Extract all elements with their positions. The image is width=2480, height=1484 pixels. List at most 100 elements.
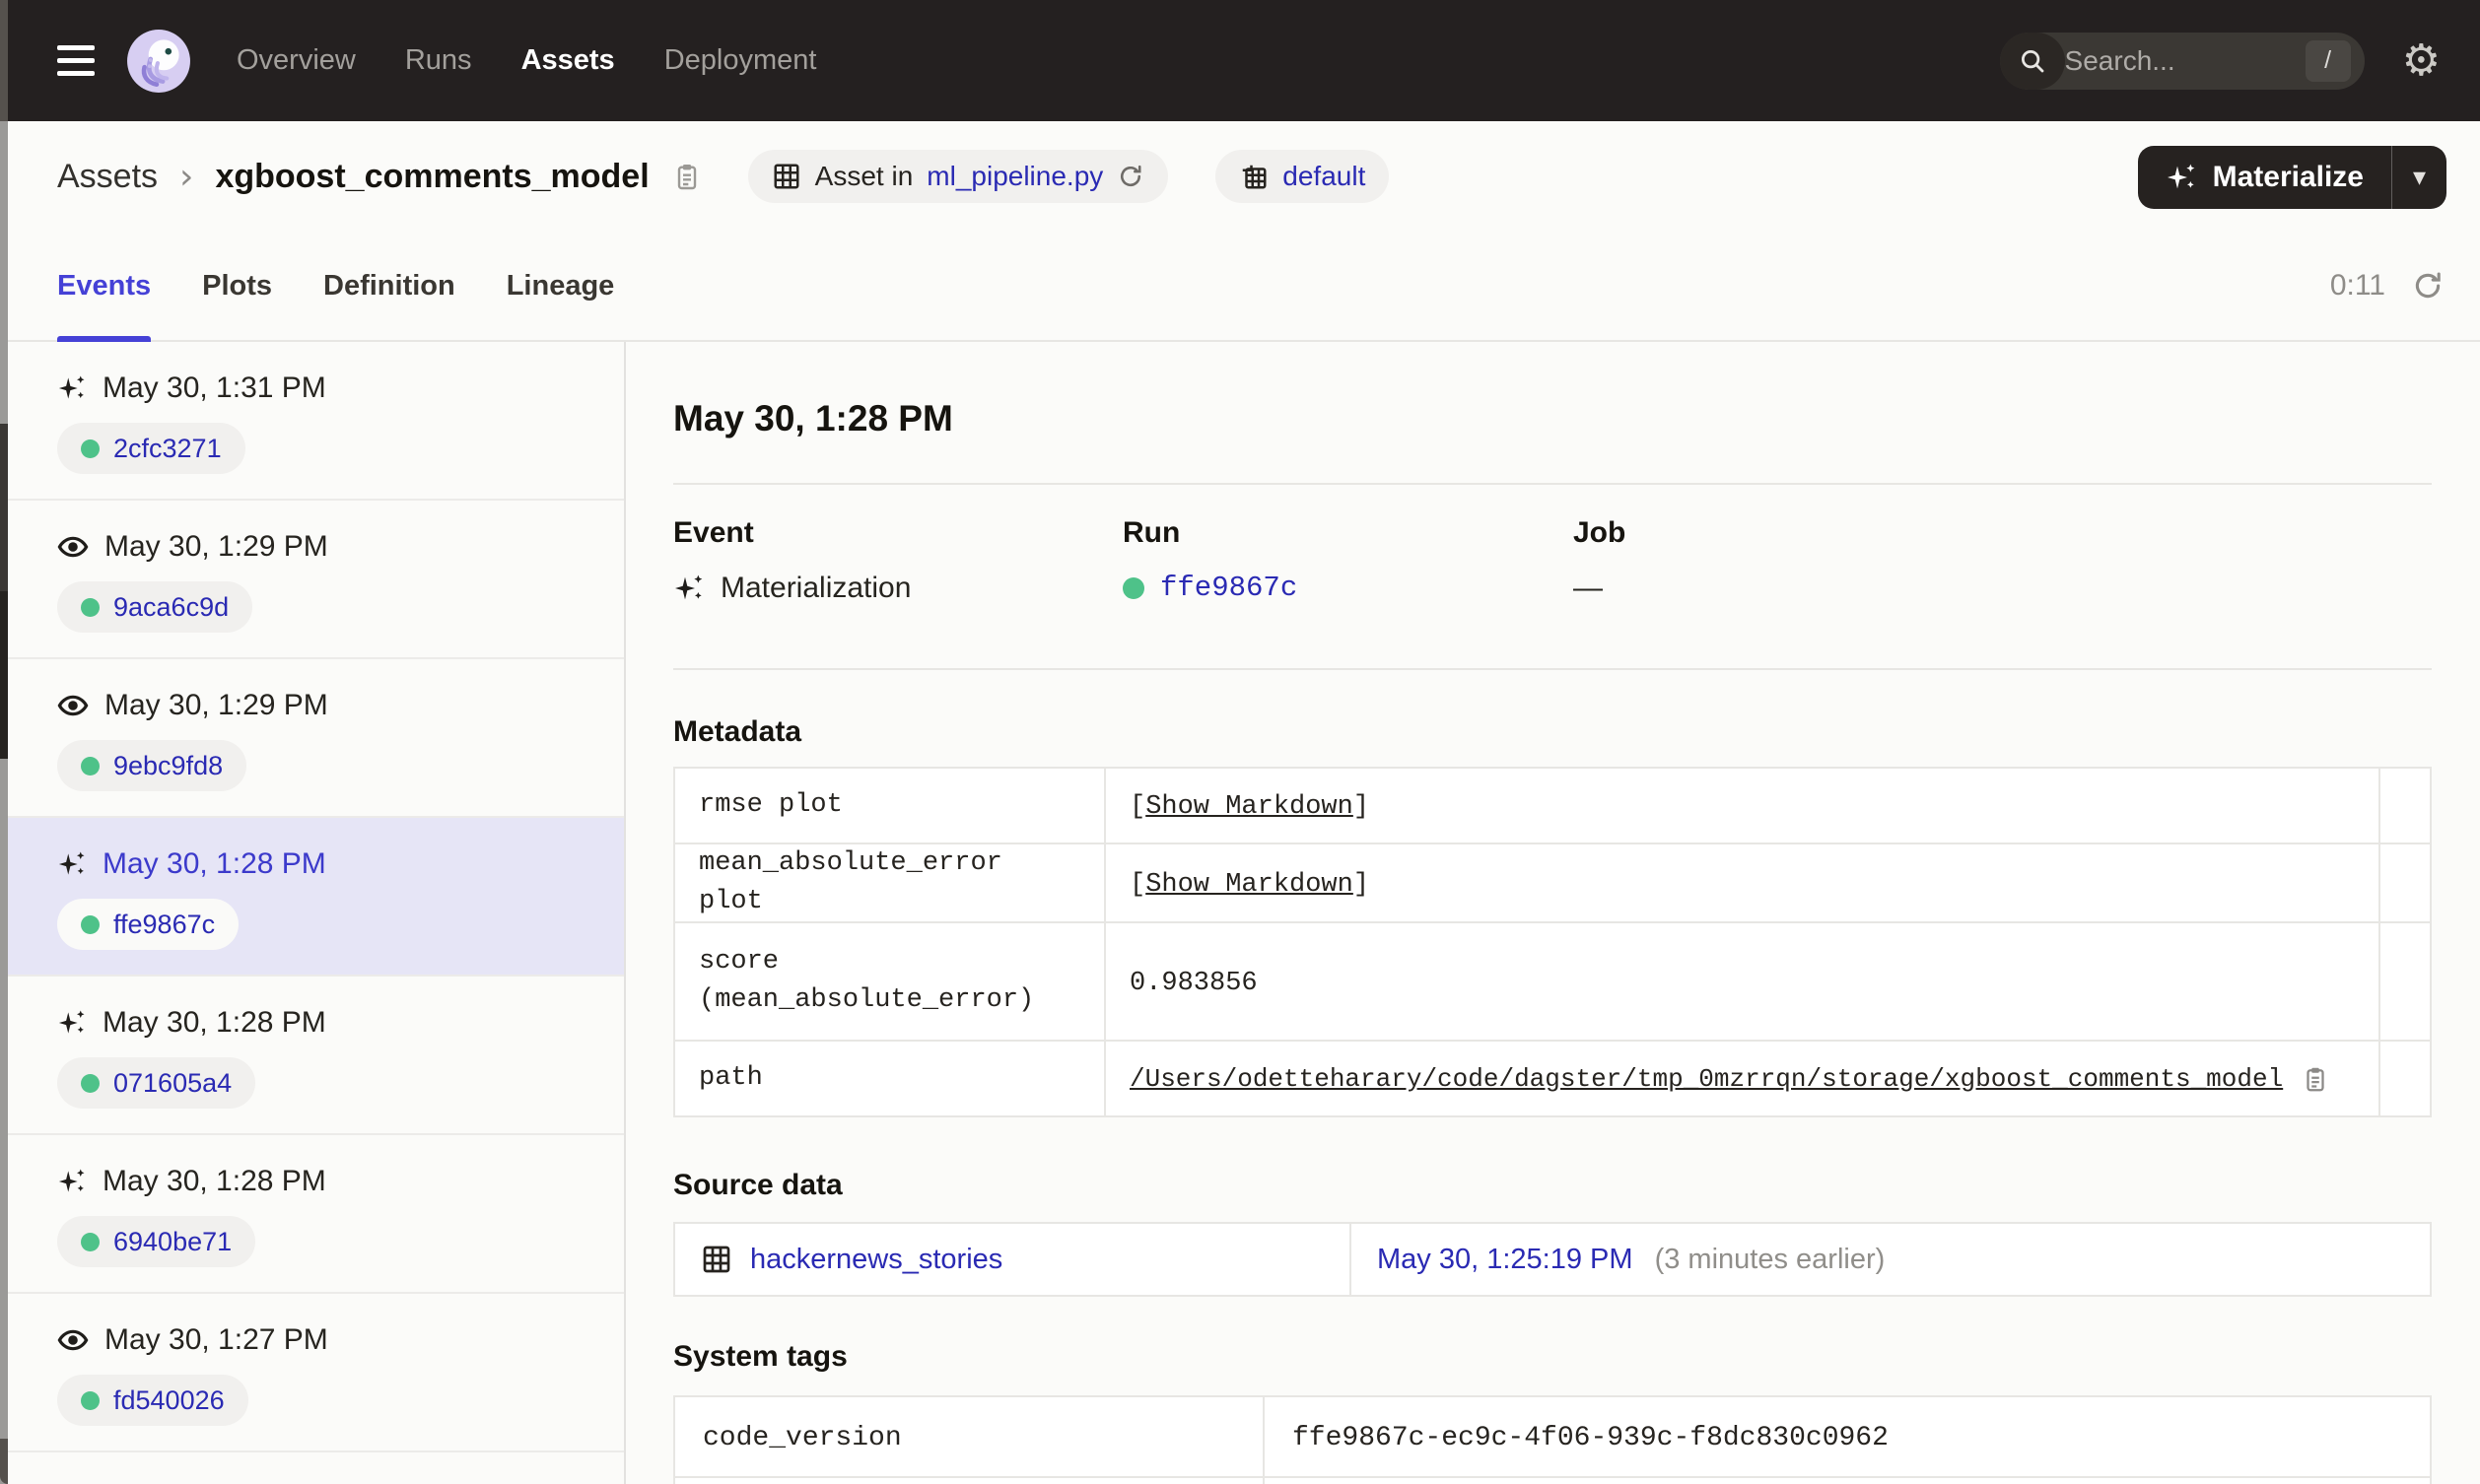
nav-item-assets[interactable]: Assets: [521, 44, 615, 77]
metadata-table: rmse plot [Show Markdown] mean_absolute_…: [673, 767, 2432, 1118]
copy-path-icon[interactable]: [2301, 1064, 2330, 1094]
source-data-row: hackernews_stories May 30, 1:25:19 PM (3…: [673, 1222, 2432, 1298]
refresh-icon[interactable]: [2411, 269, 2445, 303]
asset-name-title: xgboost_comments_model: [215, 157, 650, 195]
nav-item-runs[interactable]: Runs: [405, 44, 472, 77]
hamburger-menu-icon[interactable]: [57, 45, 95, 76]
event-timestamp: May 30, 1:29 PM: [104, 689, 328, 721]
tab-events[interactable]: Events: [57, 232, 152, 342]
run-id-pill[interactable]: ffe9867c: [57, 899, 240, 950]
run-column-label: Run: [1123, 516, 1181, 549]
scrollbar-segment: [0, 591, 8, 759]
refresh-countdown: 0:11: [2329, 269, 2385, 302]
event-detail-panel: May 30, 1:28 PM Event Materialization Ru…: [626, 342, 2480, 1484]
event-list-sidebar: May 30, 1:31 PM 2cfc3271 May 30, 1:29 PM…: [0, 342, 626, 1484]
source-time-link[interactable]: May 30, 1:25:19 PM: [1377, 1244, 1633, 1275]
tab-plots[interactable]: Plots: [202, 232, 272, 340]
show-markdown-link[interactable]: [Show Markdown]: [1130, 870, 1369, 900]
materialize-split-button: Materialize ▾: [2137, 146, 2446, 209]
materialize-button[interactable]: Materialize: [2138, 146, 2391, 209]
search-box[interactable]: /: [1999, 32, 2365, 90]
event-list-item[interactable]: May 30, 1:31 PM 2cfc3271: [0, 342, 624, 501]
copy-asset-name-icon[interactable]: [671, 161, 703, 192]
system-tag-value: ffe9867c-ec9c-4f06-939c-f8dc830c0962: [1292, 1423, 1889, 1454]
scrollbar-segment: [0, 1439, 8, 1484]
run-id-label: 071605a4: [113, 1067, 233, 1098]
reload-code-location-icon[interactable]: [1117, 163, 1144, 190]
tab-definition[interactable]: Definition: [323, 232, 455, 340]
search-shortcut-key: /: [2305, 39, 2351, 82]
run-id-pill[interactable]: fd540026: [57, 1375, 248, 1426]
breadcrumb-assets-link[interactable]: Assets: [57, 158, 158, 196]
event-list-item[interactable]: May 30, 1:28 PM 6940be71: [0, 1135, 624, 1294]
tabs-row: Events Plots Definition Lineage 0:11: [0, 232, 2480, 342]
materialization-sparkle-icon: [57, 1008, 87, 1038]
event-list-item[interactable]: May 30, 1:28 PM ffe9867c: [0, 818, 624, 977]
run-id-pill[interactable]: 9ebc9fd8: [57, 740, 247, 791]
run-status-dot: [81, 1073, 100, 1093]
nav-item-deployment[interactable]: Deployment: [664, 44, 817, 77]
observation-eye-icon: [57, 1324, 89, 1356]
source-asset-link[interactable]: hackernews_stories: [750, 1244, 1002, 1276]
metadata-row: score (mean_absolute_error) 0.983856: [673, 921, 2432, 1043]
storage-path-link[interactable]: /Users/odetteharary/code/dagster/tmp_0mz…: [1130, 1064, 2283, 1094]
breadcrumb: Assets › xgboost_comments_model: [57, 157, 703, 197]
event-column-label: Event: [673, 516, 754, 549]
materialize-dropdown-caret[interactable]: ▾: [2391, 146, 2446, 209]
source-time-note: (3 minutes earlier): [1654, 1243, 1886, 1275]
scrollbar-segment: [0, 0, 8, 121]
search-input[interactable]: [2064, 44, 2306, 77]
badge-ml_pipeline.py[interactable]: Asset in ml_pipeline.py: [747, 150, 1169, 203]
metadata-key: path: [699, 1063, 763, 1094]
event-timestamp: May 30, 1:28 PM: [103, 1165, 326, 1197]
run-id-link[interactable]: ffe9867c: [1160, 572, 1297, 604]
run-id-pill[interactable]: 6940be71: [57, 1216, 256, 1267]
metadata-row: mean_absolute_error plot [Show Markdown]: [673, 842, 2432, 924]
run-id-label: 6940be71: [113, 1226, 233, 1256]
event-list-item[interactable]: May 30, 1:29 PM 9ebc9fd8: [0, 659, 624, 818]
run-status-dot: [81, 1232, 100, 1251]
tab-lineage[interactable]: Lineage: [507, 232, 615, 340]
app-header: Overview Runs Assets Deployment / ⚙: [0, 0, 2480, 121]
settings-gear-icon[interactable]: ⚙: [2402, 38, 2441, 83]
dagster-asset-page: Overview Runs Assets Deployment / ⚙ Assets …: [0, 0, 2480, 1484]
run-status-dot: [81, 756, 100, 776]
breadcrumb-row: Assets › xgboost_comments_model Asset in…: [0, 121, 2480, 232]
run-id-label: ffe9867c: [113, 909, 216, 939]
badge-prefix: Asset in: [814, 161, 914, 191]
run-id-label: fd540026: [113, 1384, 225, 1415]
source-data-table: hackernews_stories May 30, 1:25:19 PM (3…: [673, 1222, 2432, 1298]
event-list-item[interactable]: May 30, 1:27 PM fd540026: [0, 1294, 624, 1452]
run-status-dot: [81, 914, 100, 934]
system-tags-heading: System tags: [673, 1340, 848, 1374]
observation-eye-icon: [57, 531, 89, 563]
event-timestamp: May 30, 1:28 PM: [103, 1006, 326, 1039]
show-markdown-link[interactable]: [Show Markdown]: [1130, 792, 1369, 822]
observation-eye-icon: [57, 690, 89, 721]
nav-item-overview[interactable]: Overview: [237, 44, 356, 77]
event-detail-title: May 30, 1:28 PM: [673, 398, 953, 438]
run-status-dot: [81, 438, 100, 458]
event-list-item[interactable]: May 30, 1:29 PM 9aca6c9d: [0, 501, 624, 659]
run-id-pill[interactable]: 2cfc3271: [57, 423, 245, 474]
run-status-dot: [1123, 576, 1144, 599]
asset-tabs: Events Plots Definition Lineage: [57, 232, 615, 342]
badge-link[interactable]: default: [1282, 161, 1365, 192]
badge-default[interactable]: default: [1215, 150, 1390, 203]
event-list-item[interactable]: May 30, 1:28 PM 071605a4: [0, 977, 624, 1135]
system-tag-key: code_version: [703, 1423, 902, 1454]
event-timestamp: May 30, 1:31 PM: [103, 371, 326, 404]
event-timestamp: May 30, 1:27 PM: [104, 1323, 328, 1356]
metadata-heading: Metadata: [673, 715, 802, 748]
dagster-logo-icon[interactable]: [126, 29, 191, 94]
scrollbar-segment: [0, 424, 8, 591]
job-value: —: [1573, 572, 1603, 604]
run-id-pill[interactable]: 071605a4: [57, 1057, 256, 1109]
asset-badges: Asset in ml_pipeline.py default: [703, 150, 1390, 203]
badge-link[interactable]: ml_pipeline.py: [927, 161, 1103, 192]
system-tag-row: code_version ffe9867c-ec9c-4f06-939c-f8d…: [673, 1395, 2432, 1479]
run-id-pill[interactable]: 9aca6c9d: [57, 581, 253, 633]
system-tags-table: code_version ffe9867c-ec9c-4f06-939c-f8d…: [673, 1395, 2432, 1484]
search-icon: [1999, 32, 2065, 90]
window-left-scrollbar[interactable]: [0, 0, 8, 1484]
